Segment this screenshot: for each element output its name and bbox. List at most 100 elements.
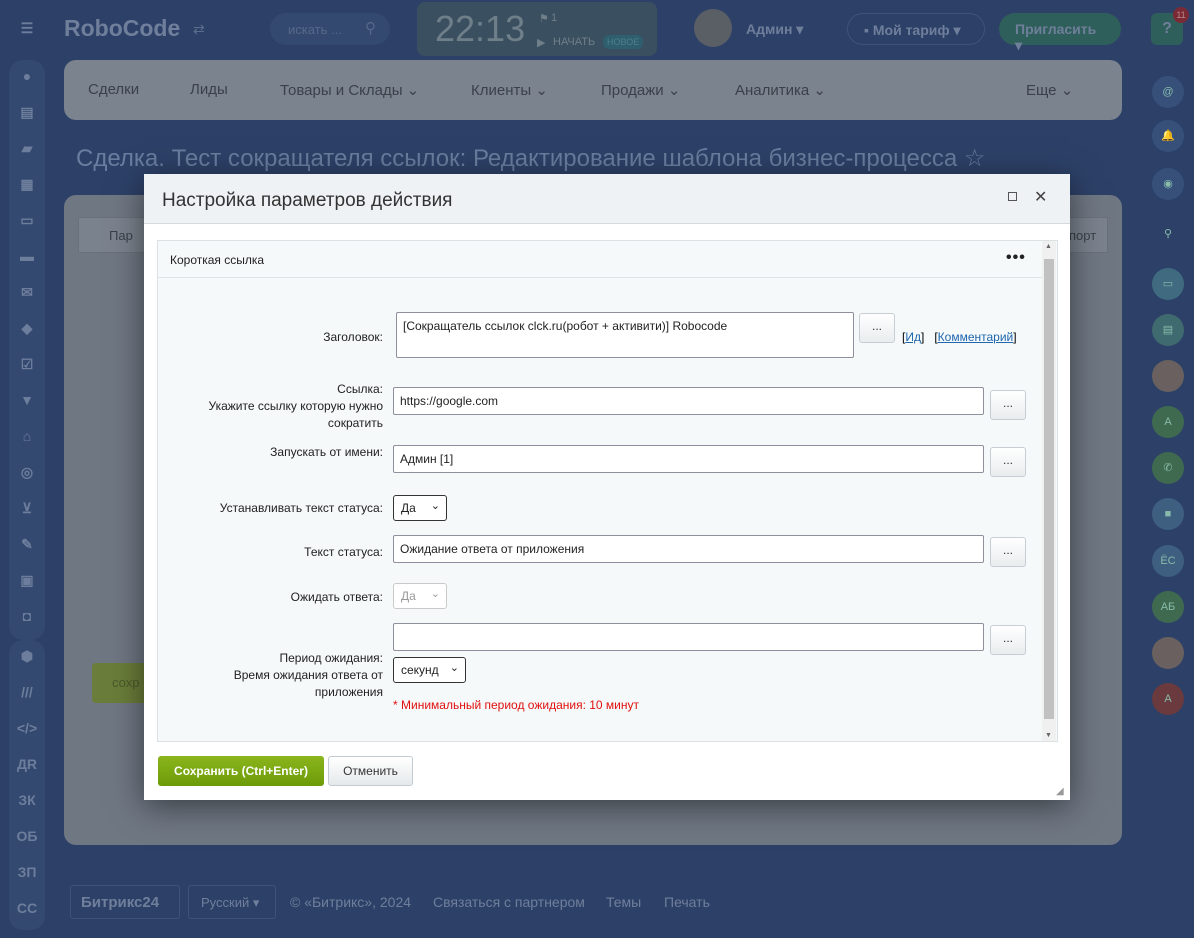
robot-icon[interactable]: ◘	[16, 608, 38, 626]
swap-icon[interactable]: ⇄	[193, 21, 205, 38]
run-as-insert-button[interactable]: ...	[990, 447, 1026, 477]
footer-print-link[interactable]: Печать	[664, 885, 710, 919]
sign-icon[interactable]: ✎	[16, 536, 38, 554]
avatar[interactable]	[694, 9, 732, 47]
crm-icon[interactable]: ▬	[16, 248, 38, 266]
logo[interactable]: RoboCode	[64, 15, 180, 42]
set-status-label: Устанавливать текст статуса:	[219, 501, 383, 515]
language-select[interactable]: Русский ▾	[188, 885, 276, 919]
search-input[interactable]: искать ... ⚲	[270, 13, 390, 45]
phone-icon[interactable]: ✆	[1152, 452, 1184, 484]
panel-title: Короткая ссылка •••	[158, 241, 1043, 278]
bg-save-button[interactable]: сохр	[92, 663, 152, 703]
contact-avatar-ab[interactable]: АБ	[1152, 591, 1184, 623]
link-hint: Укажите ссылку которую нужно сократить	[208, 399, 383, 430]
bg-export-button[interactable]: порт	[1064, 217, 1108, 253]
search-icon-right[interactable]: ⚲	[1152, 218, 1184, 250]
footer-logo[interactable]: Битрикс24	[70, 885, 180, 919]
status-text-insert-button[interactable]: ...	[990, 537, 1026, 567]
close-icon[interactable]: ✕	[1034, 187, 1047, 207]
save-button[interactable]: Сохранить (Ctrl+Enter)	[158, 756, 324, 786]
menu-more[interactable]: Еще ⌄	[1026, 81, 1073, 99]
invite-label: Пригласить	[1015, 21, 1097, 37]
menu-leads[interactable]: Лиды	[190, 81, 228, 98]
tasks-icon[interactable]: ☑	[16, 356, 38, 374]
status-text-input[interactable]: Ожидание ответа от приложения	[393, 535, 984, 563]
menu-icon[interactable]: ☰	[16, 20, 38, 38]
sidebar-app-zp[interactable]: ЗП	[16, 864, 38, 882]
period-insert-button[interactable]: ...	[990, 625, 1026, 655]
group-avatar[interactable]	[1152, 360, 1184, 392]
cancel-button[interactable]: Отменить	[328, 756, 413, 786]
menu-sales[interactable]: Продажи ⌄	[601, 81, 680, 99]
mail-icon[interactable]: ✉	[16, 284, 38, 302]
comment-link[interactable]: Комментарий	[938, 330, 1014, 344]
menu-analytics[interactable]: Аналитика ⌄	[735, 81, 826, 99]
market-icon[interactable]: ///	[16, 684, 38, 702]
period-label: Период ожидания:	[279, 651, 383, 665]
new-badge: НОВОЕ	[603, 35, 644, 49]
set-status-select[interactable]: Да ⌄	[393, 495, 447, 521]
bell-icon[interactable]: 🔔	[1152, 120, 1184, 152]
contact-avatar-a2[interactable]: А	[1152, 683, 1184, 715]
scrollbar[interactable]: ▲ ▼	[1042, 241, 1056, 741]
scrollbar-thumb[interactable]	[1044, 259, 1054, 719]
user-menu[interactable]: Админ ▾	[746, 21, 803, 38]
box-icon[interactable]: ⬢	[16, 648, 38, 666]
maximize-icon[interactable]	[1008, 192, 1017, 201]
news-icon[interactable]: ▤	[1152, 314, 1184, 346]
menu-clients[interactable]: Клиенты ⌄	[471, 81, 548, 99]
company-icon[interactable]: ⌂	[16, 428, 38, 446]
set-status-value: Да	[401, 501, 416, 515]
chat-bubble-icon[interactable]: ▭	[1152, 268, 1184, 300]
groups-icon[interactable]: ◆	[16, 320, 38, 338]
resize-handle-icon[interactable]: ◢	[1056, 786, 1064, 797]
messages-icon[interactable]: ◉	[1152, 168, 1184, 200]
menu-label: Клиенты	[471, 82, 532, 99]
code-icon[interactable]: </>	[16, 720, 38, 738]
invite-button[interactable]: Пригласить ▾	[999, 13, 1121, 53]
user-name: Админ	[746, 21, 793, 37]
start-button[interactable]: НАЧАТЬ	[553, 36, 595, 48]
sidebar-app-zk[interactable]: ЗК	[16, 792, 38, 810]
calendar-icon[interactable]: ▦	[16, 176, 38, 194]
user-avatar[interactable]	[1152, 637, 1184, 669]
video-icon[interactable]: ■	[1152, 498, 1184, 530]
menu-deals[interactable]: Сделки	[88, 81, 139, 98]
scroll-up-icon[interactable]: ▲	[1045, 243, 1052, 250]
wait-value: Да	[401, 589, 416, 603]
target-icon[interactable]: ◎	[16, 464, 38, 482]
id-link[interactable]: Ид	[905, 330, 921, 344]
contact-card-icon[interactable]: ▣	[16, 572, 38, 590]
disk-icon[interactable]: ▭	[16, 212, 38, 230]
scroll-down-icon[interactable]: ▼	[1045, 732, 1052, 739]
contact-avatar-a[interactable]: А	[1152, 406, 1184, 438]
link-input[interactable]: https://google.com	[393, 387, 984, 415]
worktime-widget[interactable]: 22:13 ⚑ 1 ▶ НАЧАТЬ НОВОЕ	[417, 2, 657, 56]
title-textarea[interactable]: [Сокращатель ссылок clck.ru(робот + акти…	[396, 312, 854, 358]
feed-icon[interactable]: ▤	[16, 104, 38, 122]
widget-icon[interactable]: ●	[16, 68, 38, 86]
sidebar-app-dr[interactable]: ДR	[16, 756, 38, 774]
play-icon[interactable]: ▶	[537, 36, 545, 49]
title-insert-button[interactable]: ...	[859, 313, 895, 343]
at-icon[interactable]: @	[1152, 76, 1184, 108]
menu-products[interactable]: Товары и Склады ⌄	[280, 81, 419, 99]
link-insert-button[interactable]: ...	[990, 390, 1026, 420]
more-icon[interactable]: •••	[1006, 249, 1026, 267]
contact-avatar-es[interactable]: ЁС	[1152, 545, 1184, 577]
filter-icon[interactable]: ▼	[16, 392, 38, 410]
sidebar-app-ss[interactable]: СС	[16, 900, 38, 918]
sidebar-app-ob[interactable]: ОБ	[16, 828, 38, 846]
cart-icon[interactable]: ⊻	[16, 500, 38, 518]
run-as-input[interactable]: Админ [1]	[393, 445, 984, 473]
tariff-button[interactable]: ▪ Мой тариф ▾	[847, 13, 985, 45]
search-placeholder: искать ...	[288, 22, 342, 37]
activity-panel: Короткая ссылка ••• ▲ ▼ Заголовок: [Сокр…	[157, 240, 1058, 742]
footer-themes-link[interactable]: Темы	[606, 885, 641, 919]
chat-icon[interactable]: ▰	[16, 140, 38, 158]
period-input[interactable]	[393, 623, 984, 651]
footer-partner-link[interactable]: Связаться с партнером	[433, 885, 585, 919]
period-unit-select[interactable]: секунд ⌄	[393, 657, 466, 683]
chevron-down-icon: ⌄	[430, 500, 440, 512]
